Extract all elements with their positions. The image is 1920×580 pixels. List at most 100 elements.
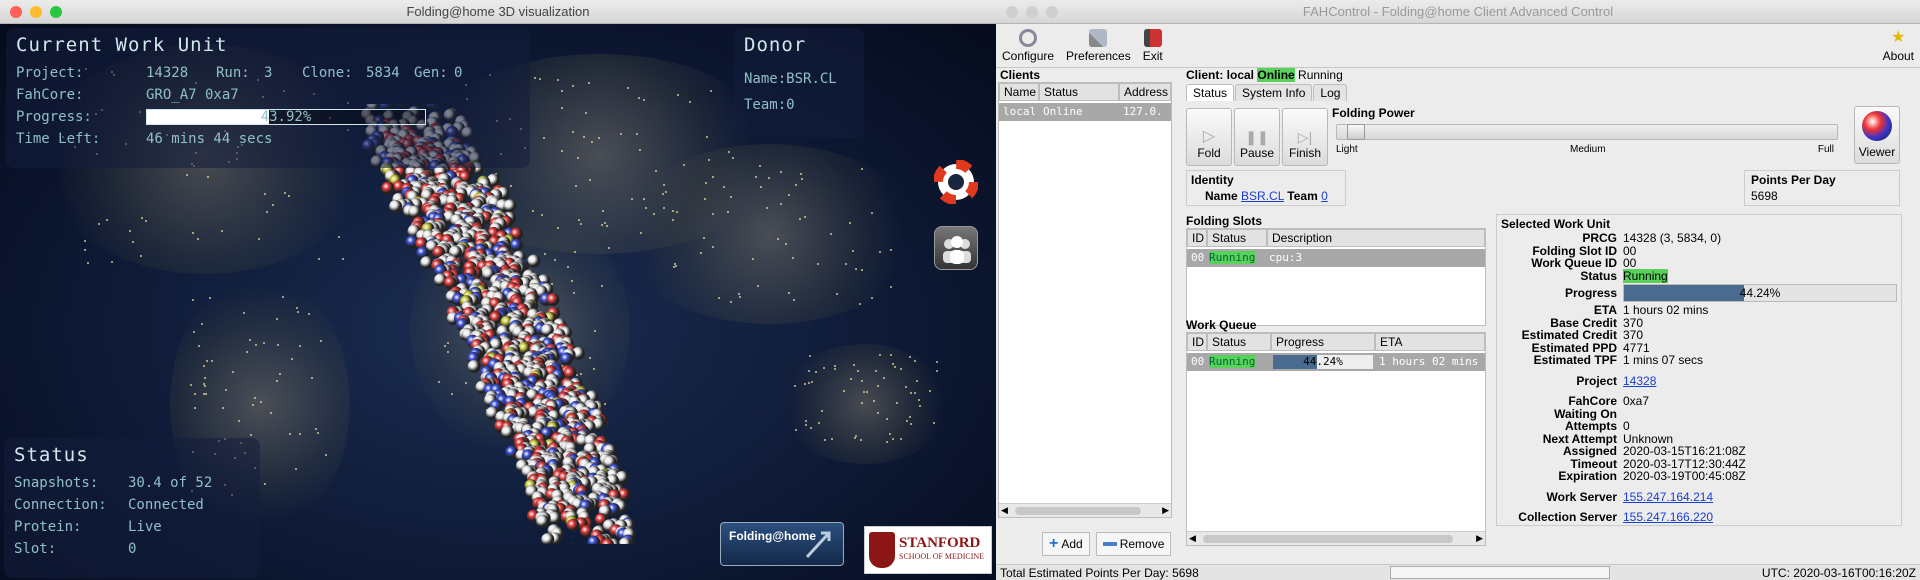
queue-row[interactable]: 00 Running 44.24% 1 hours 02 mins	[1187, 353, 1485, 371]
city-light	[795, 428, 798, 431]
control-buttons: ▷ Fold ❚❚ Pause ▷| Finish	[1186, 108, 1328, 166]
project-value: 14328	[146, 65, 189, 81]
identity-team-link[interactable]: 0	[1321, 189, 1328, 203]
finish-icon: ▷|	[1297, 129, 1313, 145]
queue-col-status[interactable]: Status	[1207, 333, 1271, 351]
fold-button[interactable]: ▷ Fold	[1186, 108, 1232, 166]
queue-progress-text: 44.24%	[1303, 355, 1343, 368]
client-name: local	[1003, 105, 1037, 118]
city-light	[288, 432, 291, 435]
viz-scene[interactable]: Current Work Unit Project: 14328 Run: 3 Clon…	[0, 24, 996, 580]
preferences-button[interactable]: Preferences	[1066, 29, 1131, 63]
city-light	[204, 376, 207, 379]
queue-table: ID Status Progress ETA 00 Running 44.24%…	[1186, 332, 1486, 546]
power-slider[interactable]	[1336, 124, 1838, 140]
queue-header: ID Status Progress ETA	[1187, 333, 1485, 351]
city-light	[908, 356, 911, 359]
minus-icon	[1102, 542, 1117, 546]
queue-hscrollbar[interactable]: ◀ ▶	[1187, 531, 1485, 545]
remove-client-button[interactable]: Remove	[1095, 532, 1172, 556]
play-icon: ▷	[1202, 128, 1216, 145]
team-icon[interactable]	[934, 226, 978, 270]
city-light	[726, 210, 729, 213]
clients-hscrollbar[interactable]: ◀ ▶	[999, 503, 1171, 517]
donor-name-label: Name:	[744, 71, 787, 87]
zoom-window-icon[interactable]	[1046, 6, 1058, 18]
power-slider-thumb[interactable]	[1347, 124, 1365, 140]
col-status[interactable]: Status	[1039, 83, 1119, 101]
swu-base-credit: 370	[1623, 315, 1644, 330]
minimize-window-icon[interactable]	[1026, 6, 1038, 18]
scroll-left-icon[interactable]: ◀	[1189, 533, 1196, 544]
lifebuoy-icon[interactable]	[933, 159, 979, 205]
queue-status: Running	[1209, 355, 1256, 368]
finish-button[interactable]: ▷| Finish	[1282, 108, 1328, 166]
client-tabs: Status System Info Log	[1186, 84, 1916, 101]
configure-button[interactable]: Configure	[1002, 29, 1054, 63]
col-name[interactable]: Name	[999, 83, 1039, 101]
swu-est-credit-label: Estimated Credit	[1521, 328, 1617, 342]
tab-system-info[interactable]: System Info	[1235, 84, 1313, 101]
fahcontrol-window: FAHControl - Folding@home Client Advance…	[996, 0, 1920, 580]
slot-label: Slot:	[14, 541, 57, 557]
city-light	[221, 407, 224, 410]
city-light	[191, 298, 194, 301]
slots-header: ID Status Description	[1187, 229, 1485, 247]
swu-attempts: 0	[1623, 419, 1630, 433]
swu-expiration-label: Expiration	[1558, 469, 1617, 483]
zoom-window-icon[interactable]	[50, 6, 62, 18]
slots-col-description[interactable]: Description	[1267, 229, 1485, 247]
status-panel: Status Snapshots: 30.4 of 52 Connection: C…	[4, 438, 260, 578]
slots-table: ID Status Description 00 Running cpu:3	[1186, 228, 1486, 326]
swu-project-link[interactable]: 14328	[1623, 374, 1656, 388]
scroll-thumb[interactable]	[1203, 535, 1453, 543]
power-full: Full	[1817, 144, 1834, 155]
swu-cs-label: Collection Server	[1518, 510, 1617, 524]
atom	[509, 238, 523, 252]
exit-button[interactable]: Exit	[1143, 29, 1163, 63]
swu-attempts-label: Attempts	[1564, 419, 1617, 433]
close-window-icon[interactable]	[1006, 6, 1018, 18]
minimize-window-icon[interactable]	[30, 6, 42, 18]
snapshots-label: Snapshots:	[14, 475, 99, 491]
about-button[interactable]: ★ About	[1883, 29, 1914, 63]
col-address[interactable]: Address	[1119, 83, 1171, 101]
scroll-thumb[interactable]	[1015, 507, 1141, 515]
swu-ws-link[interactable]: 155.247.164.214	[1623, 490, 1713, 504]
identity-name-link[interactable]: BSR.CL	[1241, 189, 1284, 203]
client-row[interactable]: local Online 127.0.	[999, 103, 1171, 121]
pause-button[interactable]: ❚❚ Pause	[1234, 108, 1280, 166]
city-light	[803, 215, 806, 218]
city-light	[815, 370, 818, 373]
swu-assigned-label: Assigned	[1562, 444, 1617, 458]
scroll-right-icon[interactable]: ▶	[1162, 505, 1169, 516]
viewer-label: Viewer	[1858, 145, 1896, 159]
city-light	[699, 251, 702, 254]
city-light	[801, 177, 804, 180]
swu-cs-link[interactable]: 155.247.166.220	[1623, 510, 1713, 524]
protein-model[interactable]	[310, 104, 670, 544]
slot-description: cpu:3	[1269, 251, 1303, 264]
city-light	[909, 391, 912, 394]
scroll-right-icon[interactable]: ▶	[1476, 533, 1483, 544]
tab-log[interactable]: Log	[1313, 84, 1348, 101]
clone-value: 5834	[366, 65, 400, 81]
swu-progress-bar: 44.24%	[1623, 284, 1897, 302]
tab-status[interactable]: Status	[1186, 84, 1235, 101]
folding-power: Folding Power Light Medium Full	[1332, 106, 1842, 155]
queue-col-eta[interactable]: ETA	[1375, 333, 1485, 351]
identity-team-label: Team	[1287, 189, 1318, 203]
queue-col-progress[interactable]: Progress	[1271, 333, 1375, 351]
city-light	[711, 245, 714, 248]
slot-row[interactable]: 00 Running cpu:3	[1187, 249, 1485, 267]
slots-col-status[interactable]: Status	[1207, 229, 1267, 247]
city-light	[711, 175, 714, 178]
time-left-value: 46 mins 44 secs	[146, 131, 273, 147]
slots-col-id[interactable]: ID	[1187, 229, 1207, 247]
queue-eta: 1 hours 02 mins	[1379, 355, 1479, 368]
add-client-button[interactable]: + Add	[1042, 532, 1090, 556]
close-window-icon[interactable]	[10, 6, 22, 18]
scroll-left-icon[interactable]: ◀	[1001, 505, 1008, 516]
queue-col-id[interactable]: ID	[1187, 333, 1207, 351]
viewer-button[interactable]: Viewer	[1854, 106, 1900, 164]
